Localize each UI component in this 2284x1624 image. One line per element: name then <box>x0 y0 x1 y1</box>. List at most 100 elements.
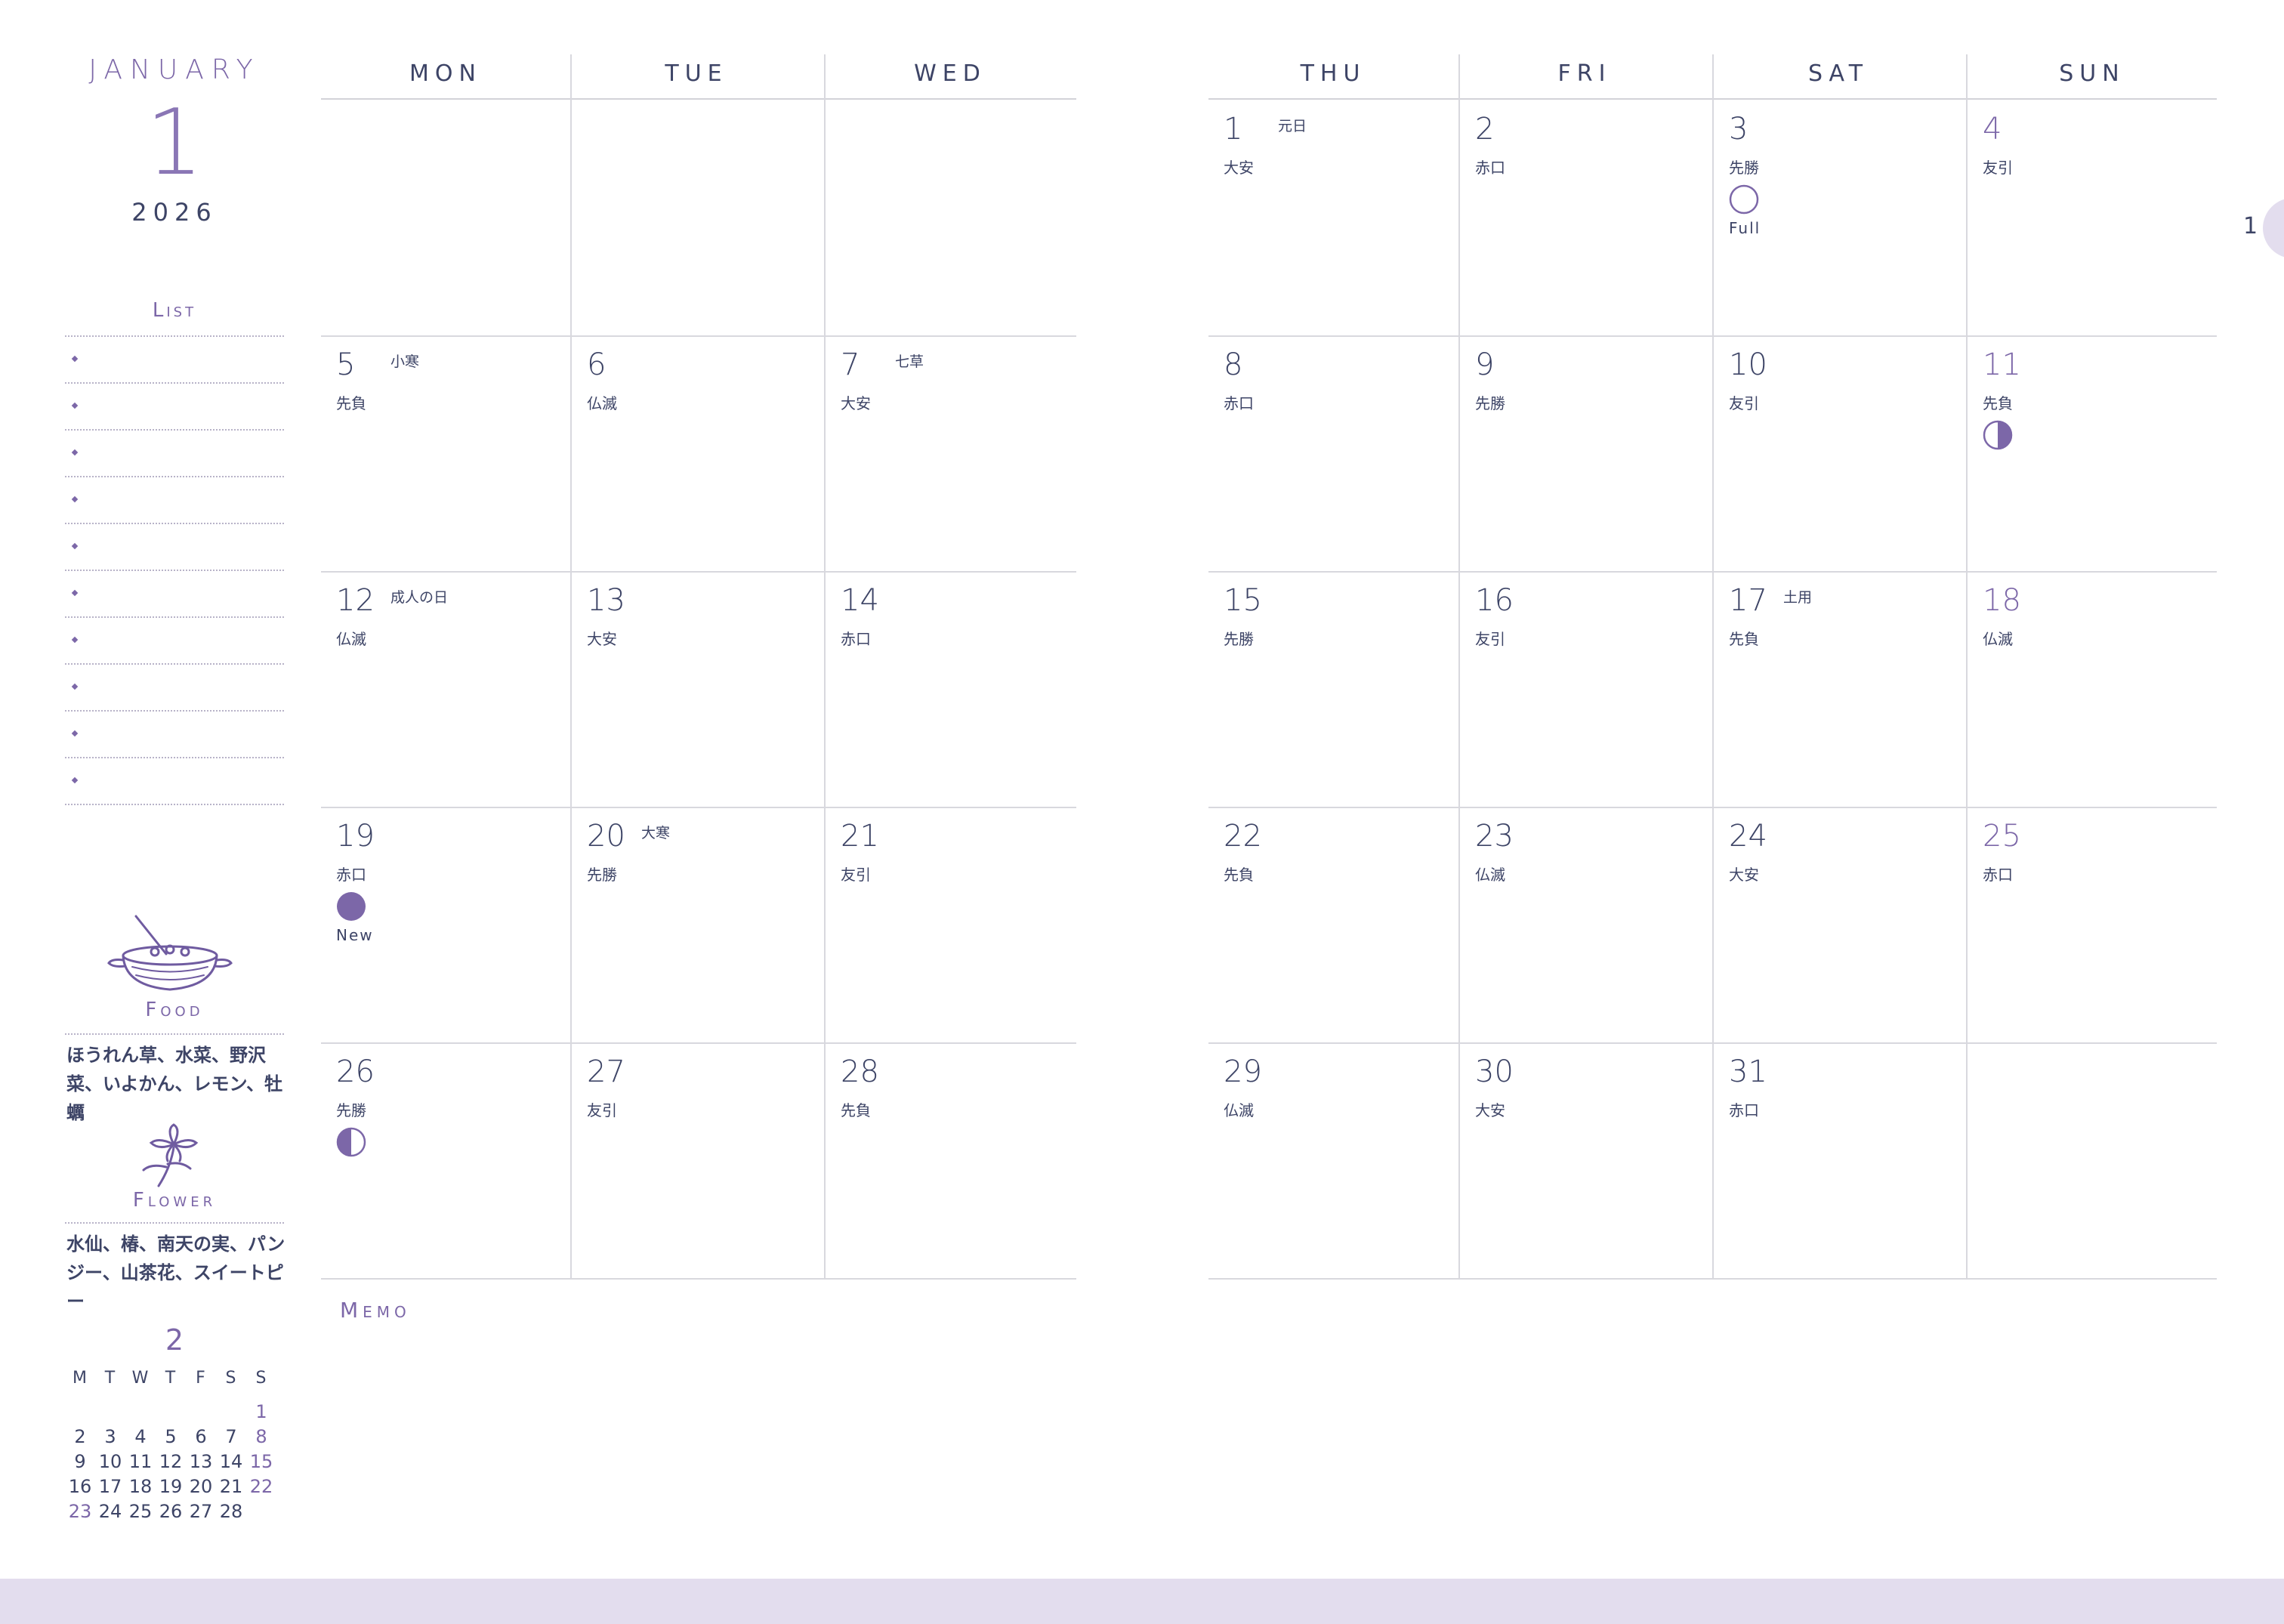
mini-day: 19 <box>159 1476 183 1497</box>
day-cell[interactable]: 10 友引 <box>1714 335 1963 571</box>
day-cell[interactable] <box>1968 1042 2217 1278</box>
day-number: 1 <box>1224 112 1243 147</box>
bullet-icon <box>71 636 79 644</box>
mini-day: 7 <box>225 1426 237 1447</box>
row-rule <box>1208 1278 2217 1280</box>
list-row[interactable] <box>65 335 284 384</box>
day-number: 19 <box>336 819 375 854</box>
day-cell[interactable]: 28 先負 <box>826 1042 1075 1278</box>
list-row[interactable] <box>65 712 284 758</box>
day-cell[interactable]: 16 友引 <box>1460 571 1709 807</box>
day-cell[interactable]: 22 先負 <box>1208 807 1458 1042</box>
mini-day: 21 <box>219 1476 243 1497</box>
day-cell[interactable]: 26 先勝 <box>321 1042 570 1278</box>
year: 2026 <box>131 198 218 227</box>
day-cell[interactable]: 17 先負 土用 <box>1714 571 1963 807</box>
day-cell[interactable]: 1 大安 元日 <box>1208 100 1458 335</box>
day-cell[interactable]: 27 友引 <box>572 1042 821 1278</box>
weekday-header-sun: SUN <box>2059 60 2125 87</box>
day-number: 13 <box>587 583 625 618</box>
mini-weekday: S <box>225 1369 237 1388</box>
day-cell[interactable]: 4 友引 <box>1968 100 2217 335</box>
day-number: 11 <box>1983 347 2021 382</box>
food-text: ほうれん草、水菜、野沢菜、いよかん、レモン、牡蠣 <box>66 1045 283 1123</box>
day-cell[interactable]: 23 仏滅 <box>1460 807 1709 1042</box>
list-row[interactable] <box>65 431 284 477</box>
day-cell[interactable]: 31 赤口 <box>1714 1042 1963 1278</box>
day-cell[interactable]: 21 友引 <box>826 807 1075 1042</box>
mini-day: 16 <box>68 1476 92 1497</box>
day-cell[interactable] <box>572 100 821 335</box>
day-cell[interactable]: 6 仏滅 <box>572 335 821 571</box>
list-row[interactable] <box>65 524 284 571</box>
day-cell[interactable]: 13 大安 <box>572 571 821 807</box>
rokuyo-label: 大安 <box>1224 159 1254 177</box>
day-cell[interactable]: 3 先勝 Full <box>1714 100 1963 335</box>
rokuyo-label: 赤口 <box>1475 159 1505 177</box>
rokuyo-label: 友引 <box>841 866 871 884</box>
list-row[interactable] <box>65 665 284 712</box>
weekday-header-wed: WED <box>914 60 986 87</box>
day-cell[interactable]: 8 赤口 <box>1208 335 1458 571</box>
day-cell[interactable]: 7 大安 七草 <box>826 335 1075 571</box>
moon-last-quarter-icon <box>336 1127 366 1157</box>
day-number: 7 <box>841 347 860 382</box>
day-cell[interactable]: 29 仏滅 <box>1208 1042 1458 1278</box>
mini-day: 28 <box>219 1501 243 1522</box>
rokuyo-label: 先勝 <box>587 866 617 884</box>
day-cell[interactable]: 5 先負 小寒 <box>321 335 570 571</box>
month-number: 1 <box>145 91 204 196</box>
rokuyo-label: 先負 <box>1983 394 2013 412</box>
day-number: 25 <box>1983 819 2021 854</box>
day-number: 8 <box>1224 347 1243 382</box>
day-number: 14 <box>841 583 879 618</box>
holiday-label: 小寒 <box>390 354 420 370</box>
day-cell[interactable]: 20 先勝 大寒 <box>572 807 821 1042</box>
day-cell[interactable]: 9 先勝 <box>1460 335 1709 571</box>
list-row[interactable] <box>65 384 284 431</box>
mini-day <box>156 1401 186 1426</box>
day-cell[interactable]: 11 先負 <box>1968 335 2217 571</box>
bullet-icon <box>71 496 79 503</box>
day-cell[interactable] <box>321 100 570 335</box>
day-number: 20 <box>587 819 625 854</box>
day-cell[interactable]: 24 大安 <box>1714 807 1963 1042</box>
day-number: 31 <box>1729 1054 1767 1089</box>
day-cell[interactable]: 14 赤口 <box>826 571 1075 807</box>
list-row[interactable] <box>65 618 284 665</box>
day-number: 30 <box>1475 1054 1514 1089</box>
day-cell[interactable]: 12 仏滅 成人の日 <box>321 571 570 807</box>
bullet-icon <box>71 776 79 784</box>
rokuyo-label: 友引 <box>1475 630 1505 648</box>
day-cell[interactable]: 2 赤口 <box>1460 100 1709 335</box>
holiday-label: 元日 <box>1278 118 1307 134</box>
day-cell[interactable]: 30 大安 <box>1460 1042 1709 1278</box>
mini-calendar-week: 23 24 25 26 27 28 <box>65 1501 276 1526</box>
list-row[interactable] <box>65 477 284 524</box>
day-cell[interactable]: 15 先勝 <box>1208 571 1458 807</box>
day-cell[interactable] <box>826 100 1075 335</box>
mini-day: 14 <box>219 1451 243 1472</box>
day-cell[interactable]: 18 仏滅 <box>1968 571 2217 807</box>
page-tab[interactable] <box>2263 198 2284 258</box>
mini-weekday: W <box>131 1369 150 1388</box>
rokuyo-label: 友引 <box>1983 159 2013 177</box>
mini-day <box>216 1401 246 1426</box>
day-cell[interactable]: 25 赤口 <box>1968 807 2217 1042</box>
day-cell[interactable]: 19 赤口 New <box>321 807 570 1042</box>
rokuyo-label: 友引 <box>1729 394 1759 412</box>
flower-title: Flower <box>132 1189 217 1212</box>
day-number: 28 <box>841 1054 879 1089</box>
weekday-header-sat: SAT <box>1807 60 1869 87</box>
rokuyo-label: 仏滅 <box>1475 866 1505 884</box>
memo-title: Memo <box>340 1298 411 1323</box>
holiday-label: 成人の日 <box>390 589 449 606</box>
rokuyo-label: 赤口 <box>841 630 871 648</box>
weekday-header-fri: FRI <box>1557 60 1612 87</box>
mini-day: 18 <box>128 1476 153 1497</box>
mini-day: 26 <box>159 1501 183 1522</box>
mini-day: 11 <box>128 1451 153 1472</box>
list-row[interactable] <box>65 571 284 618</box>
list-row[interactable] <box>65 758 284 805</box>
day-number: 16 <box>1475 583 1514 618</box>
